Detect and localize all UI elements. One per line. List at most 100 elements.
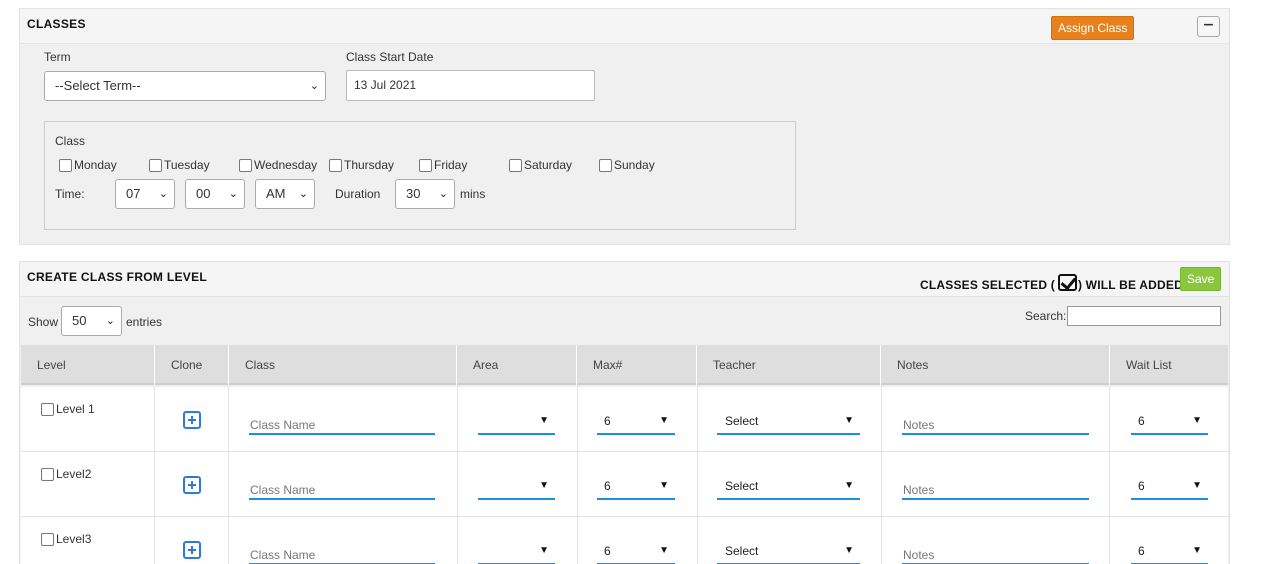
cell (1109, 452, 1110, 517)
checkbox[interactable] (41, 532, 54, 546)
area-select[interactable]: ▼ (478, 474, 555, 500)
plus-square-icon[interactable] (183, 541, 201, 559)
day-sunday[interactable]: Sunday (599, 158, 655, 172)
checkbox[interactable] (239, 158, 252, 172)
collapse-button[interactable]: − (1197, 16, 1220, 37)
wait-list-select[interactable]: 6 ▼ (1131, 539, 1208, 564)
checkbox[interactable] (509, 158, 522, 172)
chevron-down-icon: ⌄ (105, 315, 115, 327)
caret-down-icon: ▼ (539, 415, 549, 426)
entries-select[interactable]: 50 ⌄ (61, 306, 122, 336)
cell (21, 452, 155, 517)
checkbox[interactable] (41, 467, 54, 481)
teacher-select[interactable]: Select ▼ (717, 409, 860, 435)
show-label: Show (28, 315, 59, 329)
level-checkbox-label[interactable]: Level3 (41, 532, 91, 546)
checkbox[interactable] (599, 158, 612, 172)
table-row: Level2 Class Name ▼ 6 ▼ Select ▼ Notes 6 ▼ (21, 452, 1228, 517)
day-thursday[interactable]: Thursday (329, 158, 394, 172)
max-select[interactable]: 6 ▼ (597, 474, 675, 500)
checkbox[interactable] (329, 158, 342, 172)
level-panel: CREATE CLASS FROM LEVEL CLASSES SELECTED… (19, 261, 1230, 564)
caret-down-icon: ▼ (659, 480, 669, 491)
plus-square-icon[interactable] (183, 411, 201, 429)
col-area[interactable]: Area (457, 345, 577, 385)
cell (881, 517, 882, 564)
level-checkbox-label[interactable]: Level2 (41, 467, 91, 481)
assign-class-button[interactable]: Assign Class (1051, 16, 1135, 40)
checkbox[interactable] (149, 158, 162, 172)
col-class[interactable]: Class (229, 345, 457, 385)
hour-select[interactable]: 07 ⌄ (115, 179, 175, 209)
checkbox[interactable] (59, 158, 72, 172)
wait-value: 6 (1138, 544, 1145, 558)
wait-list-select[interactable]: 6 ▼ (1131, 474, 1208, 500)
teacher-select[interactable]: Select ▼ (717, 539, 860, 564)
checkbox[interactable] (419, 158, 432, 172)
day-monday[interactable]: Monday (59, 158, 117, 172)
class-name-input[interactable]: Class Name (249, 415, 435, 435)
area-select[interactable]: ▼ (478, 409, 555, 435)
checkbox[interactable] (41, 402, 54, 416)
teacher-value: Select (725, 414, 759, 428)
cell (577, 387, 578, 452)
term-label: Term (44, 50, 71, 64)
col-wait-list[interactable]: Wait List (1110, 345, 1228, 385)
col-teacher[interactable]: Teacher (697, 345, 881, 385)
level-checkbox-label[interactable]: Level 1 (41, 402, 95, 416)
wait-list-select[interactable]: 6 ▼ (1131, 409, 1208, 435)
day-friday[interactable]: Friday (419, 158, 467, 172)
chevron-down-icon: ⌄ (438, 188, 448, 200)
col-max[interactable]: Max# (577, 345, 697, 385)
level-panel-title: CREATE CLASS FROM LEVEL (27, 270, 208, 284)
cell (1109, 517, 1110, 564)
col-notes[interactable]: Notes (881, 345, 1110, 385)
chevron-down-icon: ⌄ (158, 188, 168, 200)
cell (457, 452, 458, 517)
cell (697, 452, 698, 517)
cell (457, 387, 458, 452)
search-input[interactable] (1067, 306, 1221, 326)
cell (577, 517, 578, 564)
cell (697, 517, 698, 564)
minute-select[interactable]: 00 ⌄ (185, 179, 245, 209)
start-date-label: Class Start Date (346, 50, 434, 64)
ampm-select[interactable]: AM ⌄ (255, 179, 315, 209)
ampm-value: AM (266, 186, 286, 201)
duration-select[interactable]: 30 ⌄ (395, 179, 455, 209)
notes-input[interactable]: Notes (902, 545, 1089, 564)
day-saturday[interactable]: Saturday (509, 158, 572, 172)
teacher-select[interactable]: Select ▼ (717, 474, 860, 500)
col-level[interactable]: Level (21, 345, 155, 385)
day-label: Thursday (344, 158, 395, 172)
term-select[interactable]: --Select Term-- ⌄ (44, 71, 326, 101)
entries-label: entries (126, 315, 163, 329)
chevron-down-icon: ⌄ (228, 188, 238, 200)
table-row: Level3 Class Name ▼ 6 ▼ Select ▼ Notes 6 ▼ (21, 517, 1228, 564)
max-select[interactable]: 6 ▼ (597, 409, 675, 435)
cell (21, 387, 155, 452)
start-date-input[interactable]: 13 Jul 2021 (346, 70, 595, 101)
plus-square-icon[interactable] (183, 476, 201, 494)
day-wednesday[interactable]: Wednesday (239, 158, 317, 172)
day-tuesday[interactable]: Tuesday (149, 158, 210, 172)
notes-input[interactable]: Notes (902, 480, 1089, 500)
caret-down-icon: ▼ (539, 545, 549, 556)
notes-input[interactable]: Notes (902, 415, 1089, 435)
max-value: 6 (604, 414, 611, 428)
caret-down-icon: ▼ (659, 415, 669, 426)
save-button[interactable]: Save (1180, 267, 1222, 291)
term-select-value: --Select Term-- (55, 78, 141, 93)
col-clone[interactable]: Clone (155, 345, 229, 385)
classes-selected-note: CLASSES SELECTED ( ) WILL BE ADDED (920, 274, 1183, 295)
area-select[interactable]: ▼ (478, 539, 555, 564)
level-panel-header: CREATE CLASS FROM LEVEL CLASSES SELECTED… (20, 262, 1229, 297)
class-name-input[interactable]: Class Name (249, 480, 435, 500)
max-select[interactable]: 6 ▼ (597, 539, 675, 564)
teacher-value: Select (725, 479, 759, 493)
level-name: Level2 (56, 467, 92, 481)
day-label: Wednesday (254, 158, 318, 172)
duration-value: 30 (406, 186, 421, 201)
classes-title: CLASSES (27, 17, 86, 31)
class-name-input[interactable]: Class Name (249, 545, 435, 564)
